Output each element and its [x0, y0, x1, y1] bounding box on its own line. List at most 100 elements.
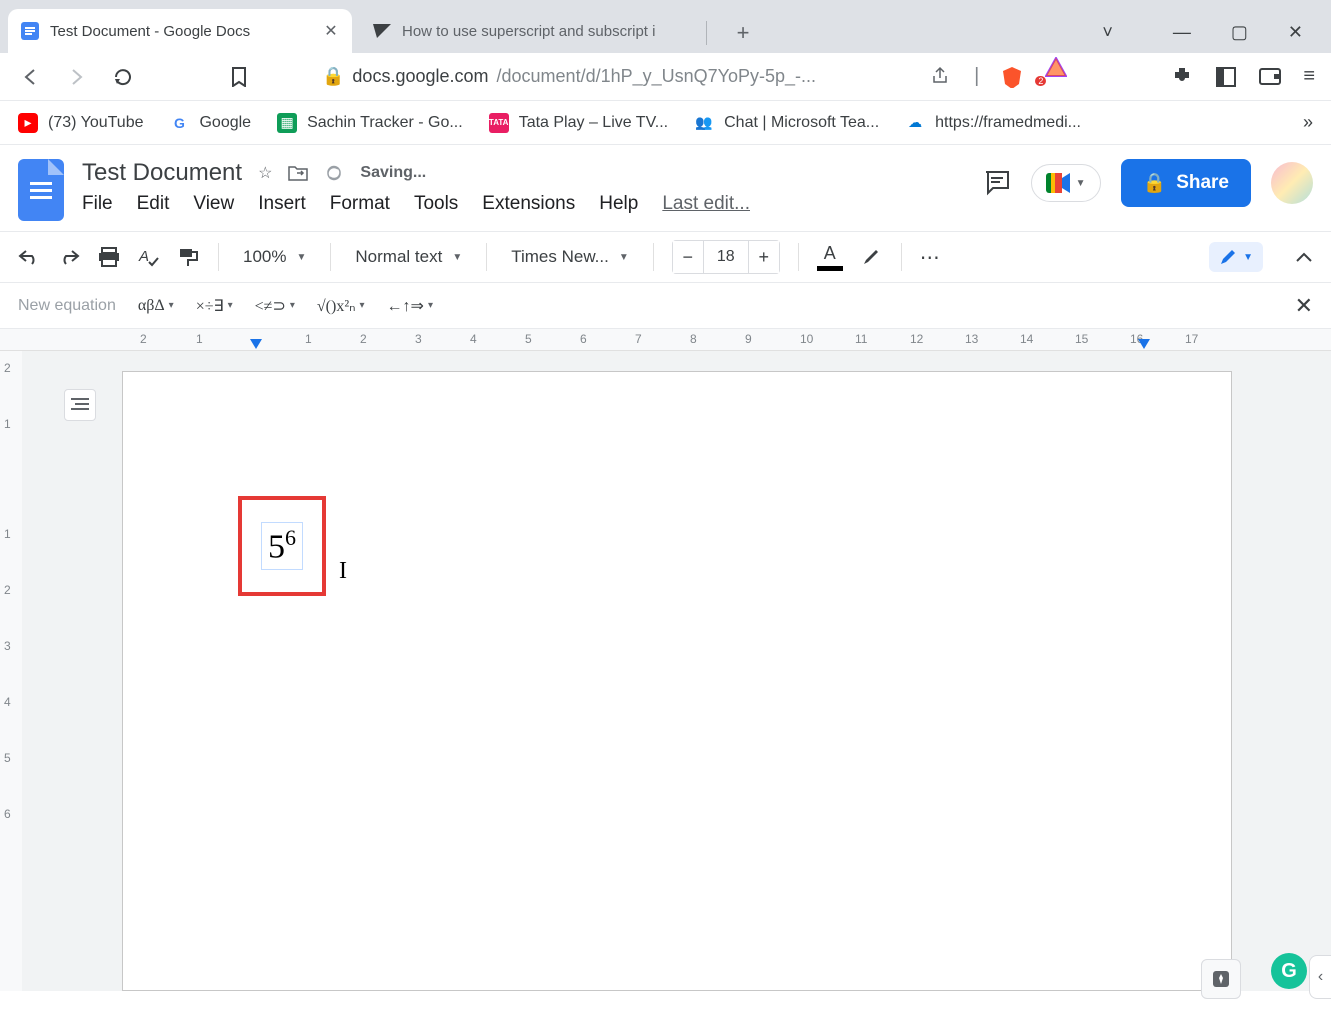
bookmark-tataplay[interactable]: TATATata Play – Live TV...	[489, 113, 668, 133]
text-color-button[interactable]: A	[817, 243, 843, 271]
share-label: Share	[1176, 172, 1229, 194]
bookmark-youtube[interactable]: ▸(73) YouTube	[18, 113, 143, 133]
font-selector[interactable]: Times New...▼	[505, 243, 635, 271]
wallet-icon[interactable]	[1259, 66, 1281, 88]
equation-object[interactable]: 56	[261, 522, 303, 569]
equation-highlight-box: 56	[238, 496, 326, 596]
new-equation-label[interactable]: New equation	[18, 297, 116, 315]
docs-logo[interactable]	[18, 159, 64, 221]
close-equation-toolbar[interactable]: ✕	[1295, 293, 1313, 319]
url-display[interactable]: 🔒 docs.google.com/document/d/1hP_y_UsnQ7…	[322, 66, 816, 87]
eq-relations-dropdown[interactable]: <≠⊃▾	[255, 296, 295, 316]
menu-tools[interactable]: Tools	[414, 193, 458, 215]
svg-text:A: A	[138, 248, 149, 265]
browser-tab-active[interactable]: Test Document - Google Docs ✕	[8, 9, 352, 53]
eq-math-dropdown[interactable]: √()x²ₙ▾	[317, 296, 365, 316]
sidepanel-icon[interactable]	[1215, 66, 1237, 88]
vertical-ruler[interactable]: 2 1 1 2 3 4 5 6	[0, 351, 22, 991]
menu-insert[interactable]: Insert	[258, 193, 306, 215]
menu-format[interactable]: Format	[330, 193, 390, 215]
redo-button[interactable]	[58, 248, 80, 266]
share-url-icon[interactable]	[930, 66, 952, 88]
menu-icon[interactable]: ≡	[1303, 65, 1313, 88]
decrease-font-button[interactable]: −	[673, 241, 703, 273]
menu-file[interactable]: File	[82, 193, 113, 215]
lock-icon: 🔒	[1143, 171, 1167, 195]
right-indent-marker[interactable]	[1138, 339, 1150, 349]
minimize-button[interactable]: —	[1173, 22, 1191, 43]
bookmark-icon[interactable]	[226, 64, 252, 90]
browser-tab-inactive[interactable]: How to use superscript and subscript i	[360, 9, 700, 53]
equation-base: 5	[268, 529, 285, 566]
eq-greek-dropdown[interactable]: αβΔ▾	[138, 297, 174, 315]
document-canvas: 56 I	[22, 351, 1331, 991]
docs-favicon	[20, 21, 40, 41]
reload-button[interactable]	[110, 64, 136, 90]
share-button[interactable]: 🔒 Share	[1121, 159, 1251, 207]
bookmark-teams[interactable]: 👥Chat | Microsoft Tea...	[694, 113, 879, 133]
paint-format-button[interactable]	[178, 247, 200, 267]
window-controls: ˅ — ▢ ✕	[1102, 22, 1331, 53]
zoom-selector[interactable]: 100%▼	[237, 243, 312, 271]
bookmark-google[interactable]: GGoogle	[169, 113, 251, 133]
cloud-sync-icon[interactable]	[324, 163, 344, 183]
editing-mode-button[interactable]: ▼	[1209, 242, 1263, 272]
menu-edit[interactable]: Edit	[137, 193, 170, 215]
bookmark-label: Tata Play – Live TV...	[519, 114, 668, 132]
equation-superscript: 6	[285, 525, 296, 550]
style-value: Normal text	[355, 247, 442, 267]
move-icon[interactable]	[288, 165, 308, 181]
browser-tabstrip: Test Document - Google Docs ✕ How to use…	[0, 0, 1331, 53]
star-icon[interactable]: ☆	[258, 163, 272, 183]
url-path: /document/d/1hP_y_UsnQ7YoPy-5p_-...	[497, 66, 817, 87]
brave-shield-icon[interactable]	[1001, 66, 1023, 88]
document-outline-button[interactable]	[64, 389, 96, 421]
docs-header: Test Document ☆ Saving... File Edit View…	[0, 145, 1331, 221]
menu-help[interactable]: Help	[599, 193, 638, 215]
maximize-button[interactable]: ▢	[1231, 22, 1248, 43]
meet-button[interactable]: ▼	[1031, 164, 1101, 202]
font-size-control: − 18 +	[672, 240, 780, 274]
bookmark-onedrive[interactable]: ☁https://framedmedi...	[905, 113, 1081, 133]
bookmarks-overflow[interactable]: »	[1303, 112, 1313, 133]
eq-operators-dropdown[interactable]: ×÷∃▾	[196, 296, 233, 316]
font-value: Times New...	[511, 247, 609, 267]
document-page[interactable]: 56 I	[122, 371, 1232, 991]
separator: |	[974, 65, 979, 88]
grammarly-button[interactable]: G	[1271, 953, 1307, 989]
horizontal-ruler[interactable]: 2 1 1 2 3 4 5 6 7 8 9 10 11 12 13 14 15 …	[0, 329, 1331, 351]
comments-icon[interactable]	[983, 169, 1011, 197]
account-avatar[interactable]	[1271, 162, 1313, 204]
close-window-button[interactable]: ✕	[1288, 22, 1303, 43]
explore-button[interactable]	[1201, 959, 1241, 999]
menu-view[interactable]: View	[193, 193, 234, 215]
font-size-input[interactable]: 18	[703, 241, 749, 273]
text-cursor-icon: I	[339, 558, 347, 585]
back-button[interactable]	[18, 64, 44, 90]
last-edit-link[interactable]: Last edit...	[662, 193, 750, 215]
highlight-button[interactable]	[861, 246, 883, 268]
bookmark-sheets[interactable]: ▦Sachin Tracker - Go...	[277, 113, 463, 133]
style-selector[interactable]: Normal text▼	[349, 243, 468, 271]
main-toolbar: A 100%▼ Normal text▼ Times New...▼ − 18 …	[0, 231, 1331, 283]
bookmarks-bar: ▸(73) YouTube GGoogle ▦Sachin Tracker - …	[0, 101, 1331, 145]
left-indent-marker[interactable]	[250, 339, 262, 349]
spellcheck-button[interactable]: A	[138, 246, 160, 268]
tab-close-icon[interactable]: ✕	[322, 21, 340, 41]
tab-title: How to use superscript and subscript i	[402, 23, 688, 40]
print-button[interactable]	[98, 247, 120, 267]
document-title[interactable]: Test Document	[82, 159, 242, 187]
tab-search-icon[interactable]: ˅	[1102, 22, 1113, 43]
brave-rewards-icon[interactable]: 2	[1045, 57, 1067, 97]
more-tools-button[interactable]: ⋯	[920, 245, 942, 270]
new-tab-button[interactable]: +	[727, 17, 759, 49]
bookmark-label: https://framedmedi...	[935, 114, 1081, 132]
increase-font-button[interactable]: +	[749, 241, 779, 273]
forward-button[interactable]	[64, 64, 90, 90]
eq-arrows-dropdown[interactable]: ←↑⇒▾	[387, 296, 433, 316]
collapse-toolbar-button[interactable]	[1295, 251, 1313, 263]
undo-button[interactable]	[18, 248, 40, 266]
menu-extensions[interactable]: Extensions	[482, 193, 575, 215]
extensions-icon[interactable]	[1171, 66, 1193, 88]
side-panel-toggle[interactable]: ‹	[1309, 955, 1331, 999]
